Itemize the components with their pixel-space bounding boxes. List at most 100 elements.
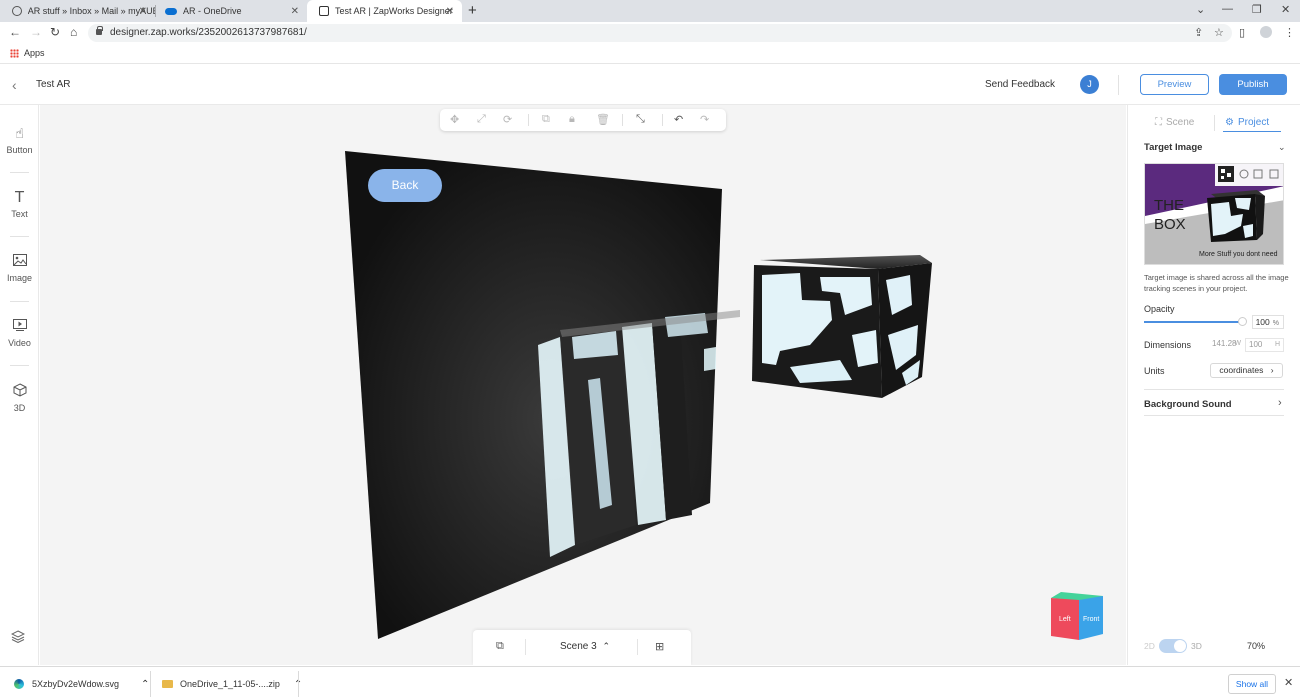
scene-frame-icon: ⛶ (1155, 117, 1162, 128)
redo-icon[interactable]: ↷ (700, 113, 709, 126)
move-icon[interactable]: ✥ (450, 113, 459, 126)
scene-canvas[interactable]: Back ✥ ⤢ ⟳ ⧉ 🔒︎ 🗑︎ ⤡ ↶ ↷ ⧉ Scene 3 ⌃ ⊞ L… (40, 105, 1126, 665)
units-value: coordinates (1219, 365, 1264, 375)
share-icon[interactable]: ⇪ (1194, 26, 1203, 39)
opacity-input[interactable]: 100% (1252, 315, 1284, 329)
dimension-height-field: 100 H (1245, 338, 1284, 352)
tool-divider (10, 172, 29, 173)
menu-dots-icon[interactable]: ⋮ (1284, 26, 1295, 39)
close-icon[interactable]: ✕ (1284, 676, 1293, 689)
minimize-icon[interactable]: — (1222, 3, 1233, 15)
image-icon (0, 253, 39, 271)
home-icon[interactable]: ⌂ (70, 25, 77, 39)
folder-zip-icon (162, 680, 173, 688)
browser-tab-onedrive[interactable]: AR - OneDrive ✕ (155, 0, 307, 22)
tab-search-chevron-icon[interactable]: ⌄ (1196, 3, 1205, 16)
bookmark-apps[interactable]: Apps (24, 48, 45, 58)
close-icon[interactable]: ✕ (291, 6, 299, 17)
scene-back-button[interactable]: Back (368, 169, 442, 202)
tool-text[interactable]: T Text (0, 189, 39, 219)
forward-arrow-icon[interactable]: → (30, 25, 42, 39)
collapse-arrows-icon[interactable]: ⤡ (636, 113, 645, 126)
scene-switcher-bar: ⧉ Scene 3 ⌃ ⊞ (473, 630, 691, 665)
tool-label: Image (6, 273, 32, 283)
profile-icon[interactable] (1260, 26, 1272, 38)
zapworks-icon (319, 6, 329, 16)
chevron-up-icon[interactable]: ⌃ (141, 679, 149, 690)
lock-icon[interactable]: 🔒︎ (569, 113, 575, 126)
tool-divider (10, 365, 29, 366)
maximize-icon[interactable]: ❐ (1252, 3, 1262, 16)
chevron-up-icon: ⌃ (602, 641, 611, 651)
browser-toolbar: ← → ↻ ⌂ designer.zap.works/2352002613737… (0, 22, 1300, 44)
target-text-box: BOX (1154, 216, 1186, 233)
dimensions-label: Dimensions (1144, 340, 1192, 350)
back-arrow-icon[interactable]: ← (9, 25, 21, 39)
download-item[interactable]: 5XzbyDv2eWdow.svg ⌃ (14, 667, 149, 700)
undo-icon[interactable]: ↶ (674, 113, 683, 126)
download-divider (298, 671, 299, 697)
hand-pointer-icon: ☝ (15, 125, 24, 141)
zoom-level[interactable]: 70% (1247, 641, 1265, 651)
tool-button[interactable]: ☝ Button (0, 125, 39, 155)
opacity-value: 100 (1255, 317, 1270, 327)
download-item[interactable]: OneDrive_1_11-05-....zip ⌃ (162, 667, 302, 700)
download-divider (150, 671, 151, 697)
chevron-down-icon[interactable]: ⌄ (1278, 142, 1286, 153)
tool-label: 3D (13, 403, 26, 413)
tool-label: Button (6, 145, 33, 155)
show-all-button[interactable]: Show all (1228, 674, 1276, 694)
browser-tab-mail[interactable]: AR stuff » Inbox » Mail » myAUB ✕ (0, 0, 155, 22)
download-filename: 5XzbyDv2eWdow.svg (32, 679, 120, 689)
reload-icon[interactable]: ↻ (50, 25, 60, 39)
chevron-right-icon[interactable]: › (1278, 397, 1282, 409)
address-bar[interactable]: designer.zap.works/2352002613737987681/ (88, 24, 1232, 42)
tool-video[interactable]: Video (0, 318, 39, 348)
downloads-bar: 5XzbyDv2eWdow.svg ⌃ OneDrive_1_11-05-...… (0, 666, 1300, 700)
view-cube[interactable]: Left Front (1049, 592, 1105, 642)
scene-name: Scene 3 (560, 641, 597, 652)
scale-icon[interactable]: ⤢ (477, 113, 486, 126)
user-avatar[interactable]: J (1080, 75, 1099, 94)
target-image-title[interactable]: Target Image (1144, 142, 1202, 153)
add-scene-copy-icon[interactable]: ⧉ (496, 640, 504, 653)
side-panel-icon[interactable]: ▯ (1239, 26, 1245, 39)
opacity-slider-thumb[interactable] (1238, 317, 1247, 326)
trash-icon[interactable]: 🗑︎ (596, 113, 610, 126)
opacity-slider-track[interactable] (1144, 321, 1242, 323)
url-text: designer.zap.works/2352002613737987681/ (110, 27, 307, 38)
target-text-the: THE (1154, 197, 1184, 214)
video-icon (0, 318, 39, 336)
units-label: Units (1144, 366, 1165, 376)
duplicate-icon[interactable]: ⧉ (542, 113, 550, 126)
tab-divider (1214, 115, 1215, 131)
tool-image[interactable]: Image (0, 253, 39, 283)
preview-button[interactable]: Preview (1140, 74, 1209, 95)
apps-grid-icon[interactable] (10, 49, 19, 58)
app-window: AR stuff » Inbox » Mail » myAUB ✕ AR - O… (0, 0, 1300, 700)
send-feedback-link[interactable]: Send Feedback (985, 79, 1055, 90)
units-select-button[interactable]: coordinates › (1210, 363, 1283, 378)
target-image-preview[interactable]: THE BOX More Stuff you dont need (1144, 163, 1284, 265)
tab-project[interactable]: ⚙ Project (1225, 117, 1269, 128)
bookmark-star-icon[interactable]: ☆ (1214, 26, 1224, 39)
add-scene-icon[interactable]: ⊞ (655, 640, 664, 653)
new-tab-plus-icon[interactable]: + (468, 2, 477, 19)
browser-tab-zapworks[interactable]: Test AR | ZapWorks Designer ✕ (307, 0, 462, 22)
rotate-icon[interactable]: ⟳ (503, 113, 512, 126)
dimension-height-unit: H (1274, 341, 1280, 348)
window-close-icon[interactable]: ✕ (1281, 3, 1290, 16)
view-mode-toggle[interactable] (1159, 639, 1187, 653)
chevron-left-icon[interactable]: ‹ (12, 77, 17, 93)
close-icon[interactable]: ✕ (446, 6, 454, 17)
tab-scene[interactable]: ⛶ Scene (1155, 117, 1194, 128)
tool-3d[interactable]: 3D (0, 383, 39, 413)
toolbar-divider (662, 114, 663, 126)
publish-button[interactable]: Publish (1219, 74, 1287, 95)
toggle-2d-label: 2D (1144, 641, 1155, 651)
pattern-cube[interactable] (752, 255, 932, 398)
background-sound-title[interactable]: Background Sound (1144, 399, 1232, 410)
layers-icon[interactable] (10, 630, 26, 646)
scene-selector[interactable]: Scene 3 ⌃ (560, 641, 610, 652)
close-icon[interactable]: ✕ (139, 6, 147, 17)
